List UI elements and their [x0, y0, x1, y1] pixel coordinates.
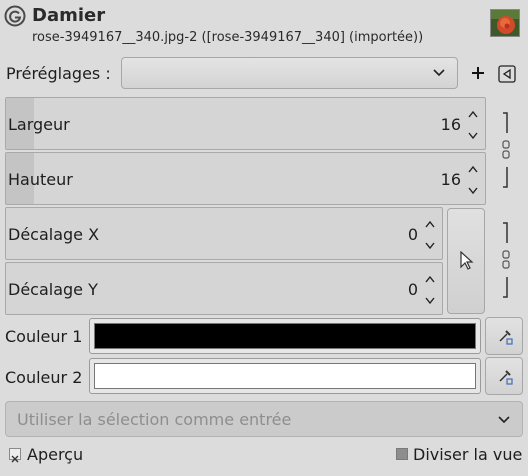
height-value: 16: [440, 170, 461, 189]
size-chain-icon[interactable]: [499, 109, 513, 193]
color2-swatch: [94, 363, 476, 389]
color1-swatch: [94, 323, 476, 349]
height-label: Hauteur: [8, 170, 73, 189]
image-subtitle: rose-3949167__340.jpg-2 ([rose-3949167__…: [32, 30, 424, 45]
color2-picker-button[interactable]: [485, 357, 523, 395]
height-decrement-icon[interactable]: [468, 180, 478, 199]
offset-chain-icon[interactable]: [499, 219, 513, 303]
add-preset-button[interactable]: [466, 60, 490, 86]
chevron-down-icon: [431, 64, 447, 84]
height-increment-icon[interactable]: [468, 158, 478, 177]
offset-x-increment-icon[interactable]: [425, 213, 435, 232]
preview-checkbox[interactable]: [9, 448, 21, 463]
color2-label: Couleur 2: [5, 368, 83, 387]
pick-offset-button[interactable]: [447, 208, 485, 314]
color-picker-icon: [496, 367, 514, 389]
color1-label: Couleur 1: [5, 327, 83, 346]
offset-y-spinscale[interactable]: Décalage Y 0: [5, 262, 443, 315]
offset-y-label: Décalage Y: [8, 280, 98, 299]
width-increment-icon[interactable]: [468, 103, 478, 122]
height-spinscale[interactable]: Hauteur 16: [5, 152, 486, 205]
offset-x-decrement-icon[interactable]: [425, 235, 435, 254]
gimp-logo-icon: [4, 5, 26, 27]
offset-x-spinscale[interactable]: Décalage X 0: [5, 207, 443, 260]
split-view-checkbox[interactable]: [396, 448, 408, 460]
chevron-down-icon: [496, 411, 512, 431]
pointer-icon: [459, 250, 475, 275]
width-label: Largeur: [8, 115, 70, 134]
preview-label[interactable]: Aperçu: [27, 445, 83, 464]
offset-y-value: 0: [407, 280, 418, 299]
width-spinscale[interactable]: Largeur 16: [5, 97, 486, 150]
width-decrement-icon[interactable]: [468, 125, 478, 144]
use-selection-label: Utiliser la sélection comme entrée: [17, 410, 292, 429]
offset-y-increment-icon[interactable]: [425, 268, 435, 287]
color1-button[interactable]: [89, 318, 481, 354]
color1-picker-button[interactable]: [485, 317, 523, 355]
presets-combo[interactable]: [121, 57, 458, 89]
width-value: 16: [440, 115, 461, 134]
use-selection-combo[interactable]: Utiliser la sélection comme entrée: [5, 401, 523, 437]
image-thumbnail: [490, 9, 520, 37]
presets-label: Préréglages :: [6, 64, 111, 83]
offset-y-decrement-icon[interactable]: [425, 290, 435, 309]
color-picker-icon: [496, 327, 514, 349]
presets-menu-button[interactable]: [496, 63, 518, 85]
color2-button[interactable]: [89, 358, 481, 394]
offset-x-label: Décalage X: [8, 225, 100, 244]
split-view-label[interactable]: Diviser la vue: [413, 445, 522, 464]
dialog-title: Damier: [32, 5, 106, 26]
offset-x-value: 0: [407, 225, 418, 244]
